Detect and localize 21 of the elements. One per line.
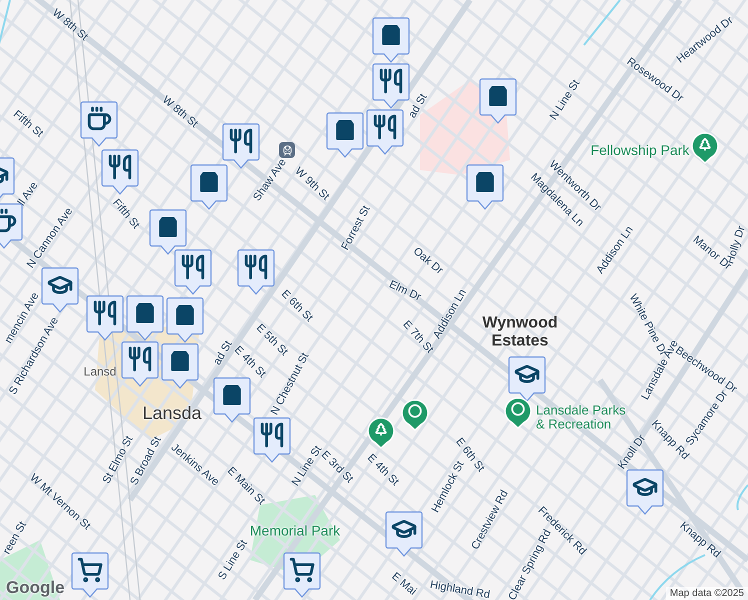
street-label: E 6th St (278, 288, 316, 324)
street-label: E Mai (389, 570, 419, 598)
place-label: Wynwood Estates (481, 314, 559, 350)
place-label: Lansd (84, 365, 116, 379)
street-label: Elm Dr (387, 278, 423, 304)
street-label: W 9th St (292, 165, 332, 203)
map-attribution: Map data ©2025 (666, 587, 748, 600)
map-logo: Google (6, 578, 65, 598)
street-label: E 4th St (364, 452, 402, 488)
park-label: Memorial Park (250, 523, 340, 539)
street-label: W 8th St (50, 6, 90, 44)
street-label: Highland Rd (429, 578, 491, 600)
street-label: Oak Dr (410, 245, 446, 277)
street-label: Fifth St (10, 108, 46, 140)
park-label: Fellowship Park (590, 142, 690, 158)
street-label: ll Ave (16, 180, 40, 208)
place-label: Lansda (142, 404, 202, 424)
park-label: Lansdale Parks & Recreation (536, 404, 627, 432)
street-label: ad St (406, 92, 430, 120)
street-label: N Line St (548, 78, 582, 122)
street-label: W 8th St (160, 94, 200, 130)
